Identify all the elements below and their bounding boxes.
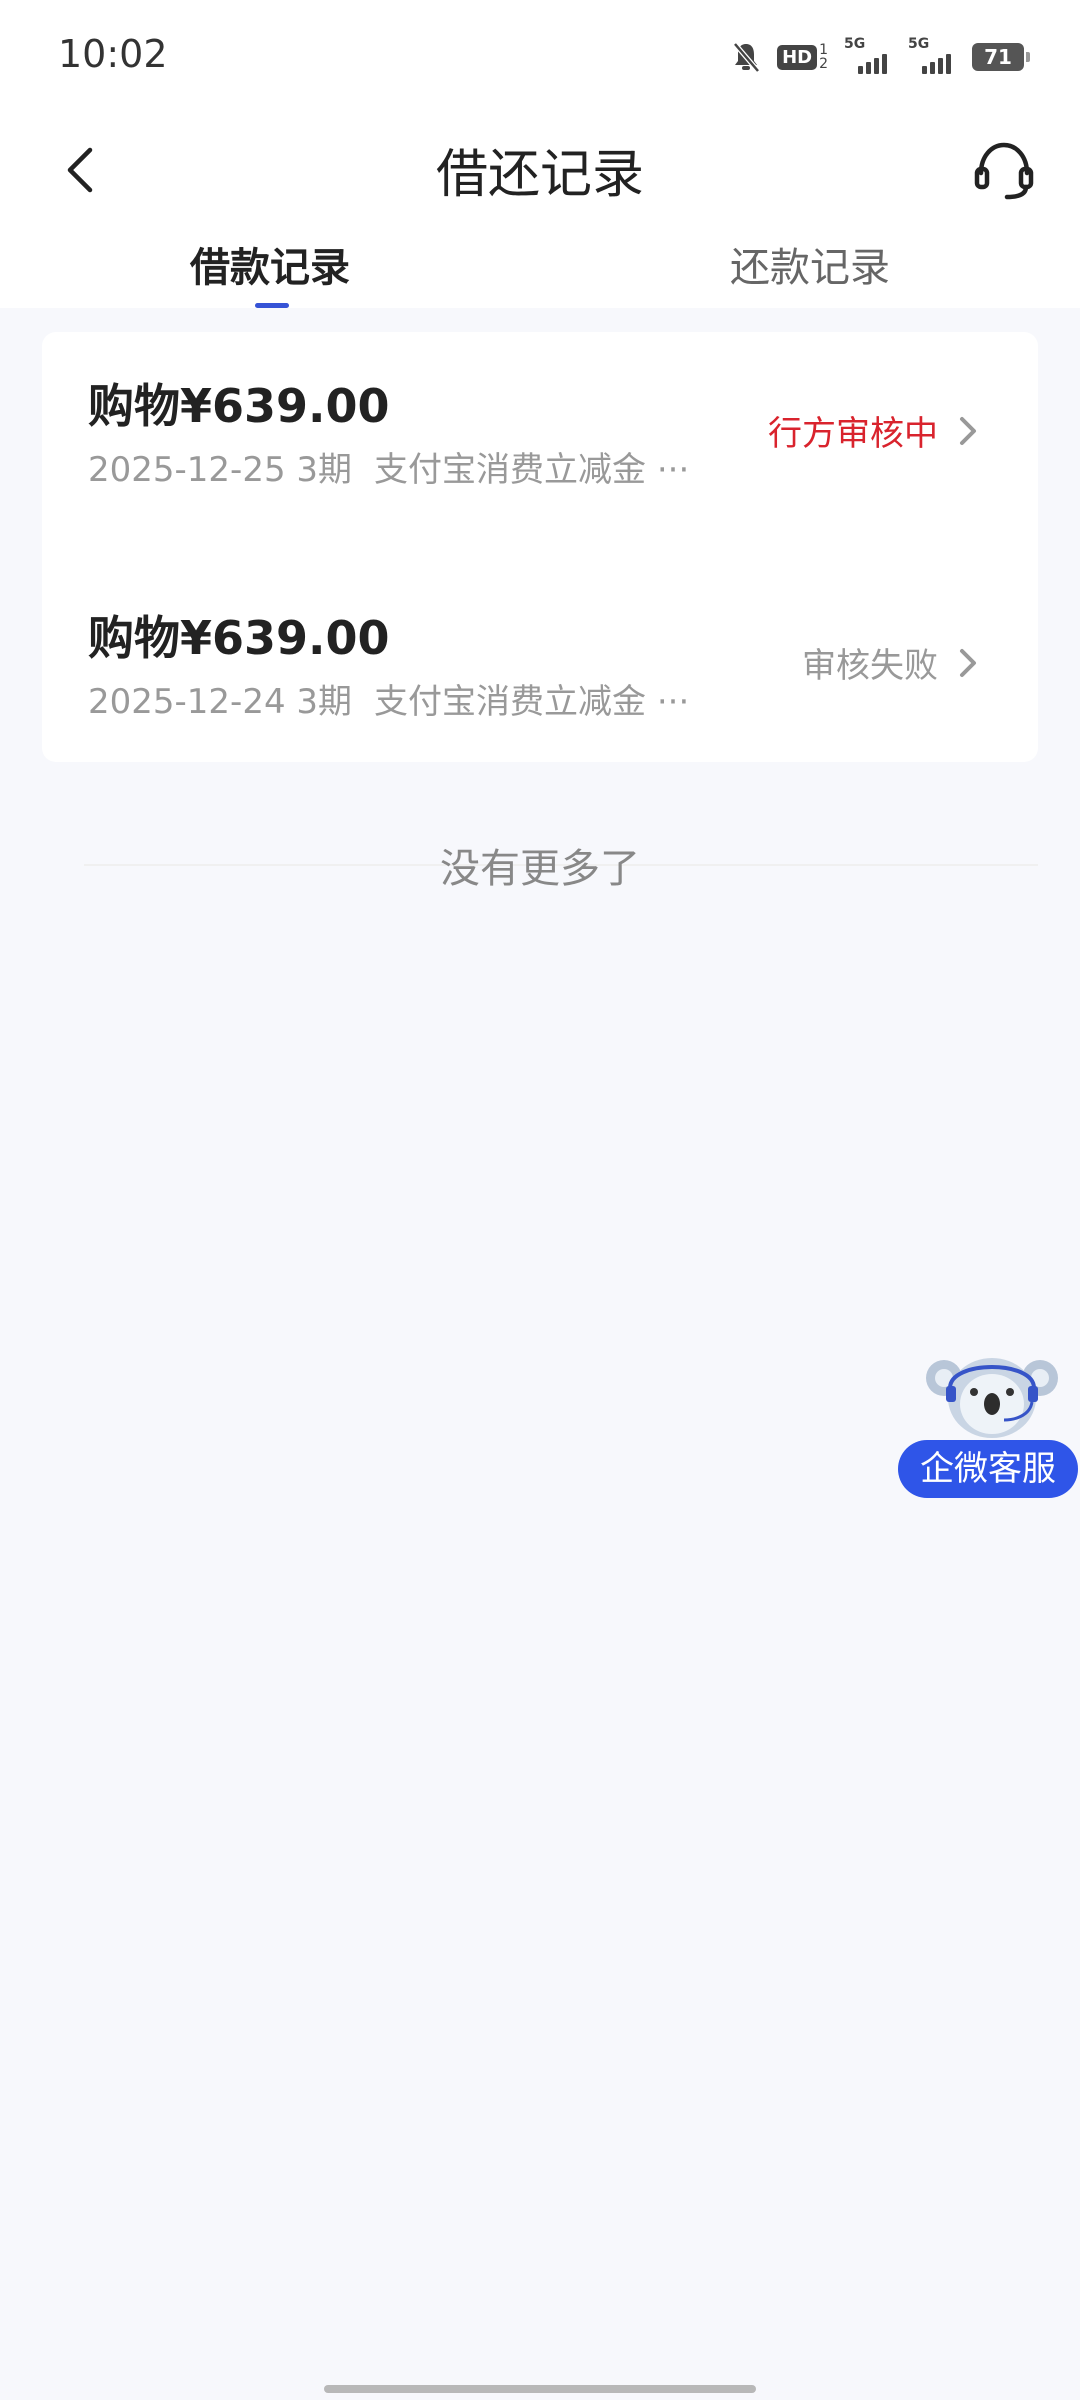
record-desc: 支付宝消费立减金 ··· [374,450,690,490]
wecom-service-button[interactable]: 企微客服 [898,1348,1080,1500]
no-more-text: 没有更多了 [440,846,640,892]
page-title: 借还记录 [435,145,644,205]
record-amount: 购物¥639.00 [88,379,390,433]
record-tabs: 借款记录 还款记录 [0,232,1080,308]
headset-icon [974,142,1034,200]
wecom-service-label: 企微客服 [898,1440,1078,1498]
hd-voice-icon: HD 1 2 [777,43,828,71]
status-badge: 行方审核中 [768,414,938,454]
signal-5g-icon: 5G [844,36,892,74]
koala-mascot-icon [926,1358,1058,1438]
record-amount: 购物¥639.00 [88,611,390,665]
tab-borrow-records[interactable]: 借款记录 [120,232,420,308]
status-badge: 审核失败 [802,646,938,686]
home-indicator[interactable] [324,2385,756,2393]
chevron-right-icon [960,417,976,445]
active-tab-indicator [255,303,289,308]
status-time: 10:02 [58,32,168,76]
battery-icon: 71 [972,43,1030,71]
record-detail: 2025-12-25 3期 支付宝消费立减金 ··· [88,442,689,491]
customer-service-button[interactable] [966,132,1042,208]
mute-bell-icon [731,41,761,73]
record-date-term: 2025-12-25 3期 [88,450,353,490]
status-bar: 10:02 HD 1 2 5G 5G 71 [0,0,1080,110]
nav-bar: 借还记录 [0,110,1080,230]
record-detail: 2025-12-24 3期 支付宝消费立减金 ··· [88,674,689,723]
status-icons: HD 1 2 5G 5G 71 [731,36,1030,78]
chevron-right-icon [960,649,976,677]
list-item[interactable]: 购物¥639.00 2025-12-24 3期 支付宝消费立减金 ··· 审核失败 [42,564,1038,778]
tab-repay-records[interactable]: 还款记录 [660,232,960,308]
record-list: 购物¥639.00 2025-12-25 3期 支付宝消费立减金 ··· 行方审核… [42,332,1038,866]
list-item[interactable]: 购物¥639.00 2025-12-25 3期 支付宝消费立减金 ··· 行方审核… [42,332,1038,546]
record-date-term: 2025-12-24 3期 [88,682,353,722]
top-area: 10:02 HD 1 2 5G 5G 71 借还记录 借款记录 还款记录 [0,0,1080,308]
signal-5g-icon: 5G [908,36,956,74]
record-desc: 支付宝消费立减金 ··· [374,682,690,722]
